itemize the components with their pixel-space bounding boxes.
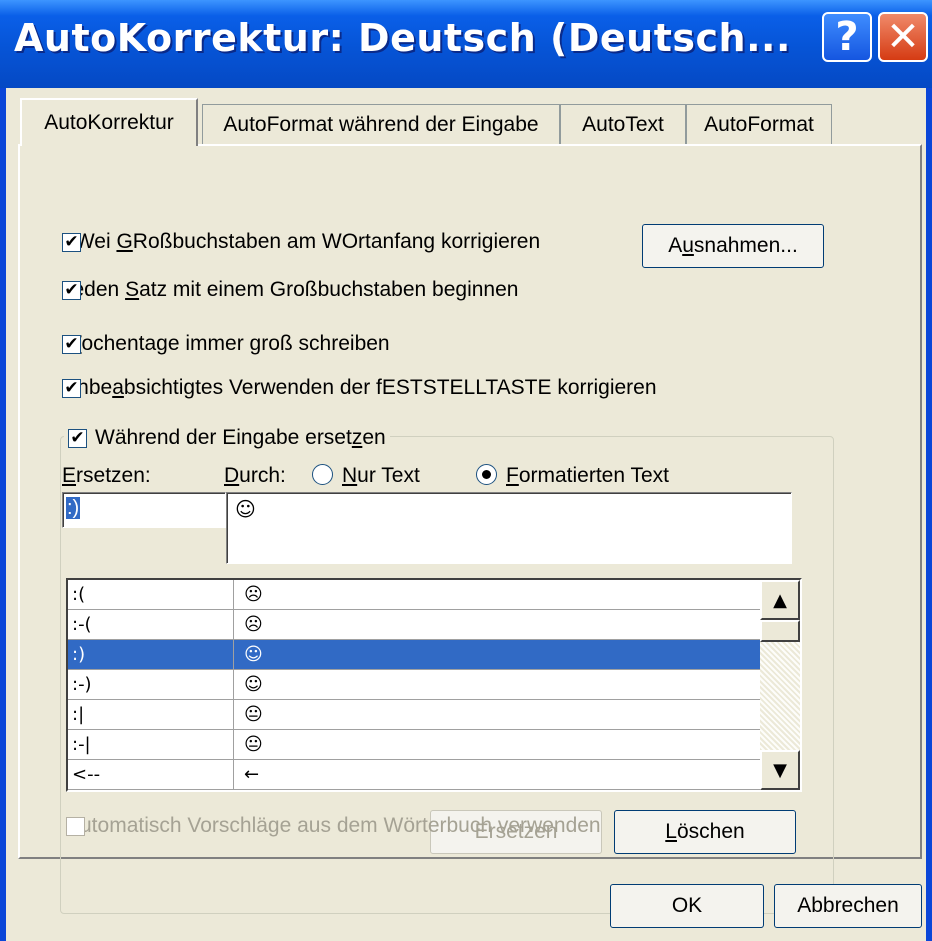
ok-button-label: OK — [671, 894, 703, 917]
list-item-from: :-( — [68, 610, 234, 639]
scroll-down-button[interactable]: ▼ — [760, 750, 800, 790]
replace-input-value: :) — [66, 497, 81, 519]
replace-group-caption[interactable]: ✔ Während der Eingabe ersetzen — [64, 426, 390, 450]
close-button[interactable]: ✕ — [878, 12, 928, 62]
with-input[interactable]: ☺ — [226, 492, 792, 564]
formatted-text-label: Formatierten Text — [506, 464, 670, 487]
tab-autoformat-eingabe[interactable]: AutoFormat während der Eingabe — [202, 104, 560, 144]
replace-input[interactable]: :) — [62, 492, 226, 528]
help-icon: ? — [835, 14, 859, 60]
scroll-thumb[interactable] — [760, 620, 800, 642]
exceptions-button[interactable]: Ausnahmen... — [642, 224, 824, 268]
tab-label: AutoFormat — [704, 112, 814, 136]
option-capslock[interactable]: ✔ Unbeabsichtigtes Verwenden der fESTSTE… — [62, 376, 657, 400]
tab-label: AutoText — [582, 112, 664, 136]
tab-bar: AutoKorrektur AutoFormat während der Ein… — [6, 88, 926, 148]
close-icon: ✕ — [886, 14, 920, 60]
cancel-button[interactable]: Abbrechen — [774, 884, 922, 928]
option-suggestions[interactable]: Automatisch Vorschläge aus dem Wörterbuc… — [66, 814, 601, 838]
list-item[interactable]: :( ☹ — [68, 580, 800, 610]
sentence-caps-checkbox[interactable]: ✔ — [62, 280, 81, 300]
list-item[interactable]: :-( ☹ — [68, 610, 800, 640]
list-item-to: 😐 — [244, 734, 263, 755]
two-caps-checkbox[interactable]: ✔ — [62, 232, 81, 252]
option-two-caps[interactable]: ✔ ZWei GRoßbuchstaben am WOrtanfang korr… — [62, 230, 540, 254]
arrow-up-icon: ▲ — [773, 589, 787, 611]
list-item-from: :( — [68, 580, 234, 609]
dialog-client: AutoKorrektur AutoFormat während der Ein… — [6, 88, 926, 941]
exceptions-button-label: Ausnahmen... — [668, 234, 798, 257]
list-item[interactable]: :-) ☺ — [68, 670, 800, 700]
weekdays-label: Wochentage immer groß schreiben — [62, 332, 390, 355]
tab-label: AutoFormat während der Eingabe — [223, 112, 539, 136]
option-weekdays[interactable]: ✔ Wochentage immer groß schreiben — [62, 332, 390, 356]
list-item[interactable]: :-| 😐 — [68, 730, 800, 760]
list-item-to: ☺ — [244, 644, 263, 665]
formatted-text-radio[interactable] — [476, 464, 497, 485]
tab-label: AutoKorrektur — [44, 111, 174, 134]
plain-text-label: Nur Text — [342, 464, 420, 487]
suggestions-checkbox[interactable] — [66, 816, 85, 836]
delete-button[interactable]: Löschen — [614, 810, 796, 854]
radio-selected-dot — [482, 470, 491, 479]
autocorrect-list[interactable]: :( ☹ :-( ☹ :) ☺ :-) ☺ :| 😐 :-| 😐 <-- ← ▲… — [66, 578, 802, 792]
option-sentence-caps[interactable]: ✔ Jeden Satz mit einem Großbuchstaben be… — [62, 278, 518, 302]
list-item-to: 😐 — [244, 704, 263, 725]
delete-button-label: Löschen — [665, 820, 745, 843]
list-item[interactable]: :| 😐 — [68, 700, 800, 730]
tab-autoformat[interactable]: AutoFormat — [686, 104, 832, 144]
list-item-to: ☹ — [244, 614, 263, 635]
weekdays-checkbox[interactable]: ✔ — [62, 334, 81, 354]
ok-button[interactable]: OK — [610, 884, 764, 928]
replace-while-typing-label: Während der Eingabe ersetzen — [95, 426, 386, 449]
list-item-from: :) — [68, 640, 234, 669]
list-item-selected[interactable]: :) ☺ — [68, 640, 800, 670]
plain-text-radio[interactable] — [312, 464, 333, 485]
list-item-from: :-) — [68, 670, 234, 699]
list-item-from: :-| — [68, 730, 234, 759]
list-item-to: ☺ — [244, 674, 263, 695]
list-item-to: ← — [244, 764, 260, 785]
scroll-up-button[interactable]: ▲ — [760, 580, 800, 620]
two-caps-label: ZWei GRoßbuchstaben am WOrtanfang korrig… — [62, 230, 541, 253]
tab-panel: ✔ ZWei GRoßbuchstaben am WOrtanfang korr… — [18, 144, 922, 914]
suggestions-label: Automatisch Vorschläge aus dem Wörterbuc… — [66, 814, 601, 837]
capslock-label: Unbeabsichtigtes Verwenden der fESTSTELL… — [62, 376, 657, 399]
replace-while-typing-checkbox[interactable]: ✔ — [68, 428, 87, 448]
sentence-caps-label: Jeden Satz mit einem Großbuchstaben begi… — [62, 278, 519, 301]
replace-label: Ersetzen: — [62, 464, 151, 487]
cancel-button-label: Abbrechen — [797, 894, 899, 917]
tab-autokorrektur[interactable]: AutoKorrektur — [20, 98, 198, 146]
list-scrollbar[interactable]: ▲ ▼ — [760, 580, 800, 790]
with-label: Durch: — [224, 464, 286, 487]
list-item-from: <-- — [68, 760, 234, 789]
title-bar[interactable]: AutoKorrektur: Deutsch (Deutsch... ? ✕ — [0, 0, 932, 88]
list-item-from: :| — [68, 700, 234, 729]
arrow-down-icon: ▼ — [773, 759, 787, 781]
with-input-value: ☺ — [235, 497, 256, 521]
list-item-to: ☹ — [244, 584, 263, 605]
window-title: AutoKorrektur: Deutsch (Deutsch... — [14, 16, 791, 60]
list-item[interactable]: <-- ← — [68, 760, 800, 790]
help-button[interactable]: ? — [822, 12, 872, 62]
capslock-checkbox[interactable]: ✔ — [62, 378, 81, 398]
tab-autotext[interactable]: AutoText — [560, 104, 686, 144]
